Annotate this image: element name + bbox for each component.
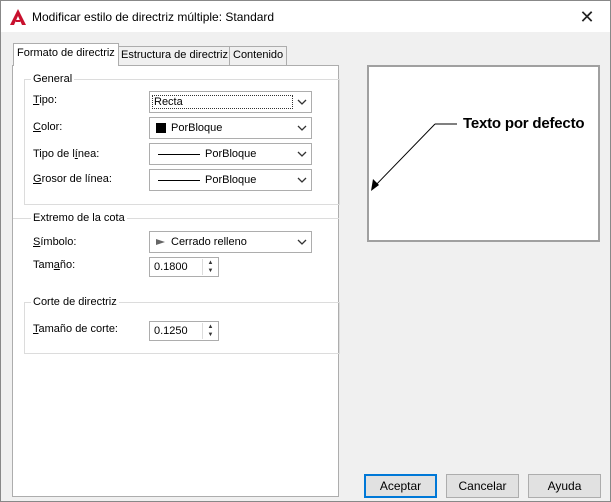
tab-label: Formato de directriz	[17, 47, 115, 59]
accept-label: Aceptar	[379, 479, 422, 493]
lineweight-sample	[158, 180, 200, 181]
close-button[interactable]: ✕	[569, 5, 605, 29]
tab-label: Estructura de directriz	[121, 49, 228, 61]
window-title: Modificar estilo de directriz múltiple: …	[32, 10, 275, 24]
accept-button[interactable]: Aceptar	[364, 474, 437, 498]
leader-line	[371, 123, 457, 191]
tipo-linea-dropdown[interactable]: PorBloque	[149, 143, 312, 165]
linetype-sample	[158, 154, 200, 155]
label-grosor: Grosor de línea:	[33, 173, 112, 185]
label-tamano-corte: Tamaño de corte:	[33, 323, 118, 335]
grosor-dropdown[interactable]: PorBloque	[149, 169, 312, 191]
tab-contenido[interactable]: Contenido	[229, 46, 288, 65]
label-tamano: Tamaño:	[33, 259, 76, 271]
group-title-extremo: Extremo de la cota	[31, 212, 127, 224]
label-simbolo: Símbolo:	[33, 236, 77, 248]
chevron-down-icon	[297, 125, 307, 131]
spinner-buttons: ▲ ▼	[202, 323, 217, 339]
help-label: Ayuda	[547, 479, 582, 493]
color-swatch	[156, 123, 166, 133]
tipo-value: Recta	[154, 96, 183, 108]
spin-down-icon[interactable]: ▼	[203, 267, 218, 275]
tamano-input[interactable]	[151, 259, 201, 275]
arrowhead	[371, 179, 379, 191]
tab-estructura-directriz[interactable]: Estructura de directriz	[117, 46, 232, 65]
chevron-down-icon	[297, 151, 307, 157]
label-color: Color:	[33, 121, 63, 133]
color-value: PorBloque	[171, 122, 223, 134]
cancel-label: Cancelar	[458, 479, 507, 493]
tamano-corte-input[interactable]	[151, 323, 201, 339]
label-tipo: Tipo:	[33, 94, 58, 106]
group-title-corte: Corte de directriz	[31, 296, 119, 308]
cancel-button[interactable]: Cancelar	[446, 474, 519, 498]
tab-panel-formato: General Tipo: Recta Color: PorBloque Tip…	[12, 65, 340, 497]
simbolo-dropdown[interactable]: Cerrado relleno	[149, 231, 312, 253]
close-icon: ✕	[579, 7, 595, 27]
spinner-buttons: ▲ ▼	[202, 259, 217, 275]
tamano-spinner[interactable]: ▲ ▼	[149, 257, 219, 277]
tipo-dropdown[interactable]: Recta	[149, 91, 312, 113]
grosor-value: PorBloque	[205, 174, 257, 186]
spin-down-icon[interactable]: ▼	[203, 331, 218, 339]
tab-formato-directriz[interactable]: Formato de directriz	[13, 43, 119, 66]
arrow-icon	[156, 239, 165, 245]
help-button[interactable]: Ayuda	[528, 474, 601, 498]
label-tipo-linea: Tipo de línea:	[33, 148, 100, 160]
color-dropdown[interactable]: PorBloque	[149, 117, 312, 139]
spin-up-icon[interactable]: ▲	[203, 323, 218, 331]
chevron-down-icon	[297, 99, 307, 105]
tamano-corte-spinner[interactable]: ▲ ▼	[149, 321, 219, 341]
group-title-general: General	[31, 73, 75, 85]
title-bar: Modificar estilo de directriz múltiple: …	[1, 1, 610, 32]
preview-default-text: Texto por defecto	[463, 115, 585, 132]
chevron-down-icon	[297, 177, 307, 183]
tab-label: Contenido	[233, 49, 284, 61]
dialog-window: Modificar estilo de directriz múltiple: …	[0, 0, 611, 502]
simbolo-value: Cerrado relleno	[171, 236, 247, 248]
autocad-logo-icon	[10, 9, 26, 25]
group-extremo-cota: Extremo de la cota	[13, 212, 339, 291]
leader-preview: Texto por defecto	[367, 65, 600, 242]
spin-up-icon[interactable]: ▲	[203, 259, 218, 267]
tipo-linea-value: PorBloque	[205, 148, 257, 160]
chevron-down-icon	[297, 239, 307, 245]
